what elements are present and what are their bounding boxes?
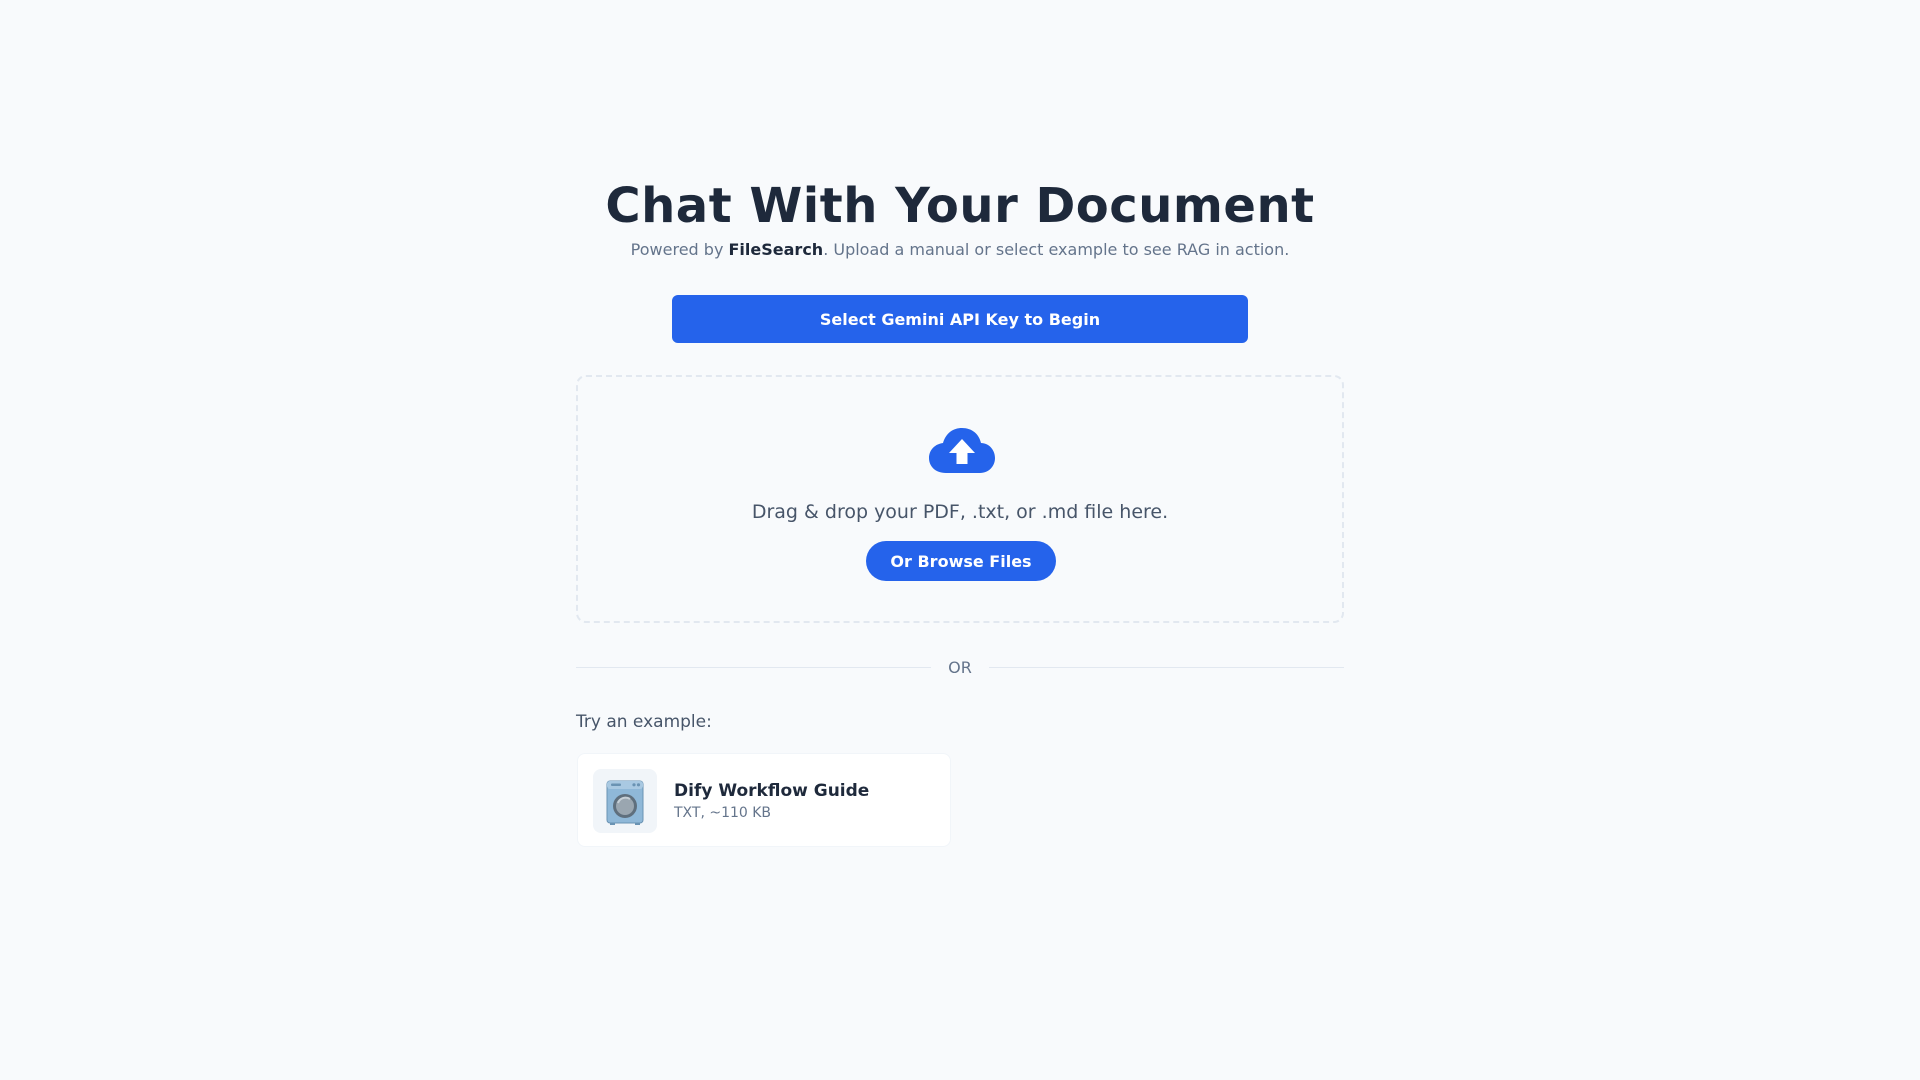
example-meta: TXT, ~110 KB <box>674 805 772 821</box>
or-text: OR <box>948 657 972 677</box>
subtitle-prefix: Powered by <box>630 240 729 259</box>
page: Chat With Your Document Powered by FileS… <box>0 0 1920 1080</box>
browse-files-button[interactable]: Or Browse Files <box>866 541 1056 581</box>
subtitle-suffix: . Upload a manual or select example to s… <box>823 240 1290 259</box>
example-card-dify-workflow-guide[interactable]: Dify Workflow Guide TXT, ~110 KB <box>577 753 951 847</box>
cloud-upload-icon <box>928 427 996 475</box>
page-subtitle: Powered by FileSearch. Upload a manual o… <box>0 239 1920 261</box>
subtitle-brand: FileSearch <box>728 240 824 259</box>
examples-label: Try an example: <box>576 712 712 732</box>
file-dropzone[interactable]: Drag & drop your PDF, .txt, or .md file … <box>576 375 1344 623</box>
page-header: Chat With Your Document Powered by FileS… <box>0 176 1920 261</box>
example-thumbnail <box>593 769 657 833</box>
select-api-key-button[interactable]: Select Gemini API Key to Begin <box>672 295 1248 343</box>
dropzone-instructions: Drag & drop your PDF, .txt, or .md file … <box>751 501 1169 523</box>
or-divider: OR <box>576 656 1344 678</box>
divider-line-left <box>576 666 932 668</box>
divider-line-right <box>988 666 1344 668</box>
example-title: Dify Workflow Guide <box>674 781 870 801</box>
washing-machine-icon <box>606 780 644 825</box>
page-title: Chat With Your Document <box>605 178 1315 234</box>
